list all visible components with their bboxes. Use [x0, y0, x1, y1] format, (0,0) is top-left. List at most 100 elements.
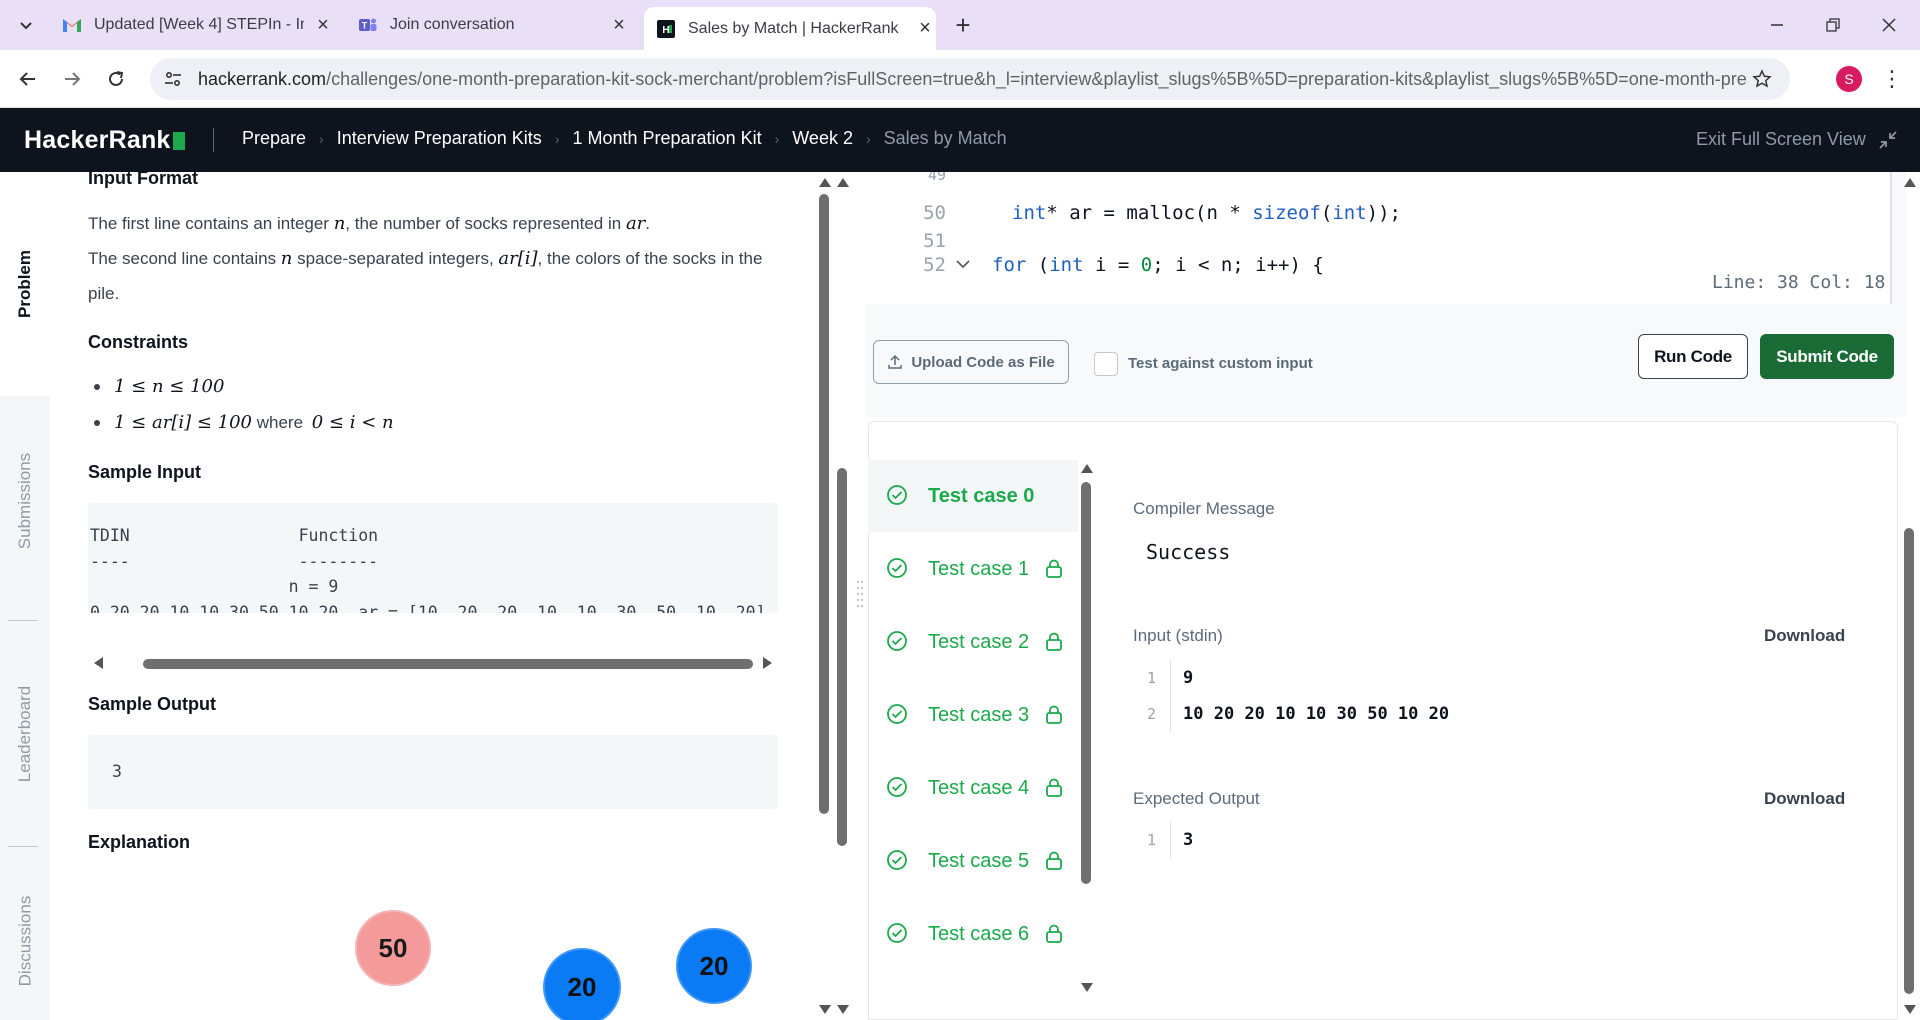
test-case-label: Test case 0 [928, 484, 1035, 507]
test-case-list-scrollbar[interactable] [1079, 464, 1093, 992]
breadcrumb-month-kit[interactable]: 1 Month Preparation Kit [572, 128, 761, 149]
address-bar[interactable]: hackerrank.com/challenges/one-month-prep… [150, 58, 1790, 100]
hackerrank-logo[interactable]: HackerRank [24, 126, 185, 155]
text: . [645, 214, 651, 233]
test-case-6[interactable]: Test case 6 [868, 898, 1078, 970]
scroll-up-icon[interactable] [837, 178, 849, 187]
browser-tab-gmail[interactable]: Updated [Week 4] STEPIn - Invit × [54, 7, 334, 43]
line-number: 1 [1133, 660, 1171, 696]
new-tab-button[interactable]: + [948, 10, 978, 40]
input-line: 1 9 [1133, 660, 1193, 696]
scrollbar-thumb[interactable] [1904, 528, 1914, 994]
test-case-2[interactable]: Test case 2 [868, 606, 1078, 678]
tab-search-button[interactable] [10, 9, 42, 41]
sample-input-text: TDIN Function ---- -------- n = 9 0 20 2… [90, 526, 766, 613]
scroll-right-icon[interactable] [763, 657, 772, 669]
text: The second line contains [88, 249, 281, 268]
chevron-right-icon: › [865, 130, 871, 147]
sample-output-heading: Sample Output [88, 694, 217, 714]
expected-value: 3 [1183, 830, 1194, 850]
tab-problem[interactable]: Problem [0, 172, 50, 396]
constraint-item: 1 ≤ ar[i] ≤ 100 where 0 ≤ i < n [94, 412, 394, 433]
forward-button[interactable] [56, 63, 88, 95]
scroll-up-icon[interactable] [819, 178, 831, 187]
profile-avatar[interactable]: S [1836, 66, 1862, 92]
close-tab-icon[interactable]: × [608, 14, 630, 36]
bullet [94, 419, 100, 426]
scroll-down-icon[interactable] [1904, 1005, 1916, 1014]
breadcrumb-prepare[interactable]: Prepare [242, 128, 306, 149]
minimize-window-button[interactable] [1762, 10, 1792, 40]
exit-fullscreen-link[interactable]: Exit Full Screen View [1696, 129, 1866, 150]
breadcrumb-week[interactable]: Week 2 [792, 128, 853, 149]
scroll-down-icon[interactable] [819, 1005, 831, 1014]
code-text: for (int i = 0; i < n; i++) { [992, 254, 1324, 276]
problem-outer-scrollbar[interactable] [835, 178, 849, 1014]
back-button[interactable] [12, 63, 44, 95]
tab-discussions[interactable]: Discussions [0, 862, 50, 1020]
reload-button[interactable] [100, 63, 132, 95]
scrollbar-thumb[interactable] [837, 468, 847, 846]
upload-icon [887, 354, 903, 370]
scrollbar-thumb[interactable] [143, 659, 753, 669]
math-ar: ar [625, 213, 646, 234]
browser-toolbar: hackerrank.com/challenges/one-month-prep… [0, 50, 1920, 108]
chevron-right-icon: › [554, 130, 560, 147]
custom-input-checkbox[interactable] [1094, 352, 1118, 376]
restore-window-button[interactable] [1818, 10, 1848, 40]
browser-tab-hackerrank[interactable]: H Sales by Match | HackerRank × [644, 7, 936, 50]
test-case-0[interactable]: Test case 0 [868, 460, 1078, 532]
download-expected-link[interactable]: Download [1764, 789, 1845, 809]
test-case-4[interactable]: Test case 4 [868, 752, 1078, 824]
check-circle-icon [886, 557, 910, 581]
test-case-label: Test case 2 [928, 630, 1030, 653]
right-panel-scrollbar[interactable] [1902, 178, 1916, 1014]
scroll-up-icon[interactable] [1904, 178, 1916, 187]
run-code-button[interactable]: Run Code [1638, 334, 1748, 379]
scroll-up-icon[interactable] [1081, 464, 1093, 473]
fold-chevron-icon[interactable] [956, 257, 976, 273]
custom-input-label[interactable]: Test against custom input [1128, 355, 1313, 372]
bookmark-star-icon[interactable] [1748, 65, 1776, 93]
exit-fullscreen-icon[interactable] [1876, 128, 1900, 152]
text: pile. [88, 284, 120, 303]
tab-label: Leaderboard [15, 685, 35, 783]
tab-leaderboard[interactable]: Leaderboard [0, 634, 50, 834]
chevron-right-icon: › [319, 130, 324, 147]
scroll-down-icon[interactable] [1081, 983, 1093, 992]
input-value: 9 [1183, 668, 1194, 688]
browser-menu-icon[interactable]: ⋮ [1881, 63, 1903, 95]
close-window-button[interactable] [1874, 10, 1904, 40]
scrollbar-thumb[interactable] [819, 194, 829, 814]
explanation-heading: Explanation [88, 832, 191, 852]
browser-tab-teams[interactable]: T Join conversation × [350, 7, 630, 43]
scroll-down-icon[interactable] [837, 1005, 849, 1014]
sample-input-scrollbar[interactable] [88, 654, 778, 672]
sample-output-block: 3 [88, 735, 778, 809]
check-circle-icon [886, 776, 910, 800]
text: The first line contains an integer [88, 214, 334, 233]
test-case-list: Test case 0 Test case 1 Test case 2 Test… [868, 460, 1078, 1020]
close-tab-icon[interactable]: × [312, 14, 334, 36]
close-tab-icon[interactable]: × [914, 17, 936, 40]
logo-mark [172, 131, 185, 150]
scroll-left-icon[interactable] [94, 657, 103, 669]
math-n: n [280, 248, 293, 269]
submit-code-button[interactable]: Submit Code [1760, 334, 1894, 379]
test-case-3[interactable]: Test case 3 [868, 679, 1078, 751]
problem-scrollbar[interactable] [817, 178, 831, 1014]
test-case-5[interactable]: Test case 5 [868, 825, 1078, 897]
site-info-icon[interactable] [162, 68, 184, 90]
minimize-icon [1771, 24, 1783, 26]
cursor-position-status: Line: 38 Col: 18 [1712, 272, 1886, 293]
scrollbar-thumb[interactable] [1081, 482, 1091, 884]
test-case-1[interactable]: Test case 1 [868, 533, 1078, 605]
upload-code-button[interactable]: Upload Code as File [873, 340, 1069, 384]
breadcrumb-interview-kits[interactable]: Interview Preparation Kits [337, 128, 542, 149]
compiler-message-text: Success [1146, 540, 1231, 564]
panel-resize-handle[interactable] [856, 574, 864, 614]
test-case-label: Test case 6 [928, 922, 1030, 945]
lock-icon [1045, 851, 1063, 871]
download-input-link[interactable]: Download [1764, 626, 1845, 646]
tab-submissions[interactable]: Submissions [0, 396, 50, 606]
